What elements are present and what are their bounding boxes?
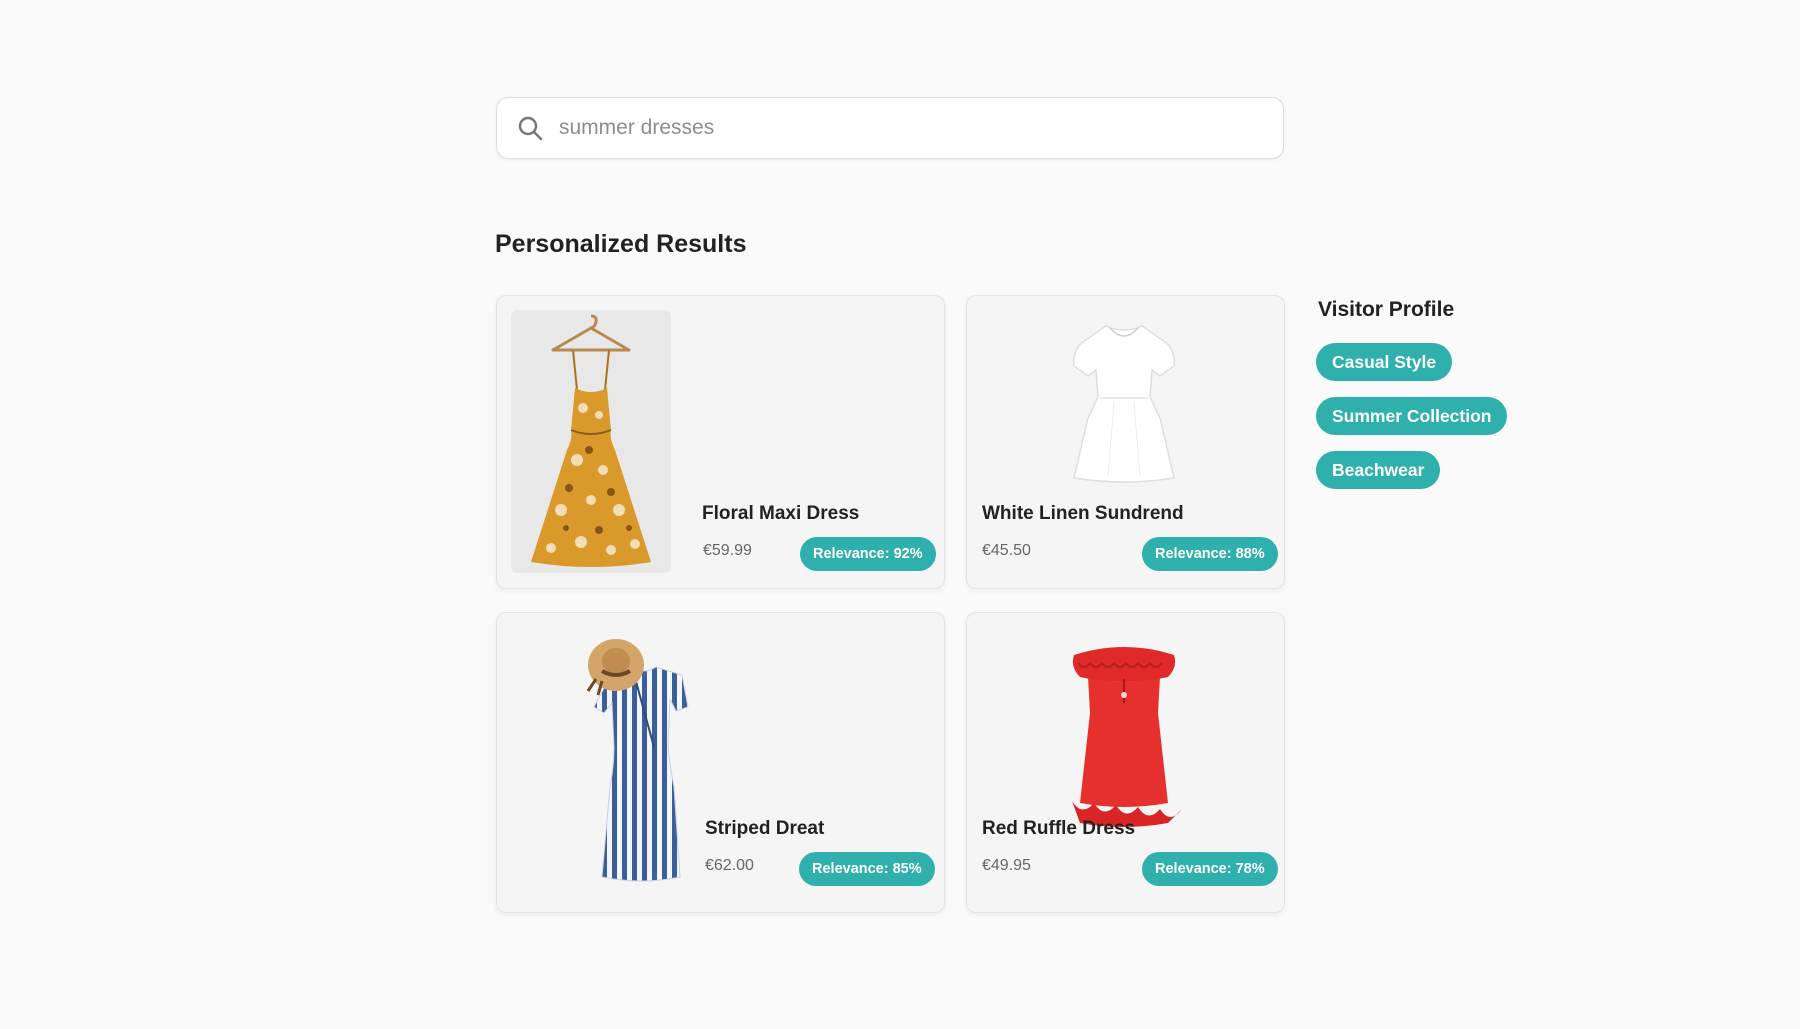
- product-image-striped-dress: [582, 627, 702, 892]
- product-name[interactable]: Red Ruffle Dress: [982, 818, 1135, 840]
- results-heading: Personalized Results: [495, 230, 747, 258]
- page: Personalized Results: [0, 0, 1800, 1029]
- profile-tag-casual-style[interactable]: Casual Style: [1316, 343, 1453, 381]
- search-icon: [515, 113, 545, 143]
- profile-tag-summer-collection[interactable]: Summer Collection: [1316, 397, 1508, 435]
- product-price: €45.50: [982, 542, 1031, 559]
- product-card-red-ruffle-dress[interactable]: Red Ruffle Dress €49.95 Relevance: 78%: [966, 612, 1285, 913]
- product-card-striped-dreat[interactable]: Striped Dreat €62.00 Relevance: 85%: [496, 612, 945, 913]
- product-price: €49.95: [982, 857, 1031, 874]
- product-name[interactable]: Floral Maxi Dress: [702, 503, 859, 525]
- profile-tag-beachwear[interactable]: Beachwear: [1316, 451, 1441, 489]
- product-image-red-ruffle-dress: [1064, 633, 1184, 838]
- product-name[interactable]: White Linen Sundrend: [982, 503, 1184, 525]
- product-price: €62.00: [705, 857, 754, 874]
- product-card-floral-maxi-dress[interactable]: Floral Maxi Dress €59.99 Relevance: 92%: [496, 295, 945, 589]
- product-price: €59.99: [703, 542, 752, 559]
- relevance-badge: Relevance: 92%: [800, 537, 936, 571]
- search-bar[interactable]: [496, 97, 1284, 159]
- visitor-profile-heading: Visitor Profile: [1318, 298, 1455, 321]
- relevance-badge: Relevance: 88%: [1142, 537, 1278, 571]
- search-input[interactable]: [559, 116, 1283, 140]
- product-image-floral-maxi-dress: [511, 310, 671, 573]
- relevance-badge: Relevance: 85%: [799, 852, 935, 886]
- product-image-white-linen-dress: [1064, 318, 1184, 493]
- relevance-badge: Relevance: 78%: [1142, 852, 1278, 886]
- product-card-white-linen-sundrend[interactable]: White Linen Sundrend €45.50 Relevance: 8…: [966, 295, 1285, 589]
- product-name[interactable]: Striped Dreat: [705, 818, 824, 840]
